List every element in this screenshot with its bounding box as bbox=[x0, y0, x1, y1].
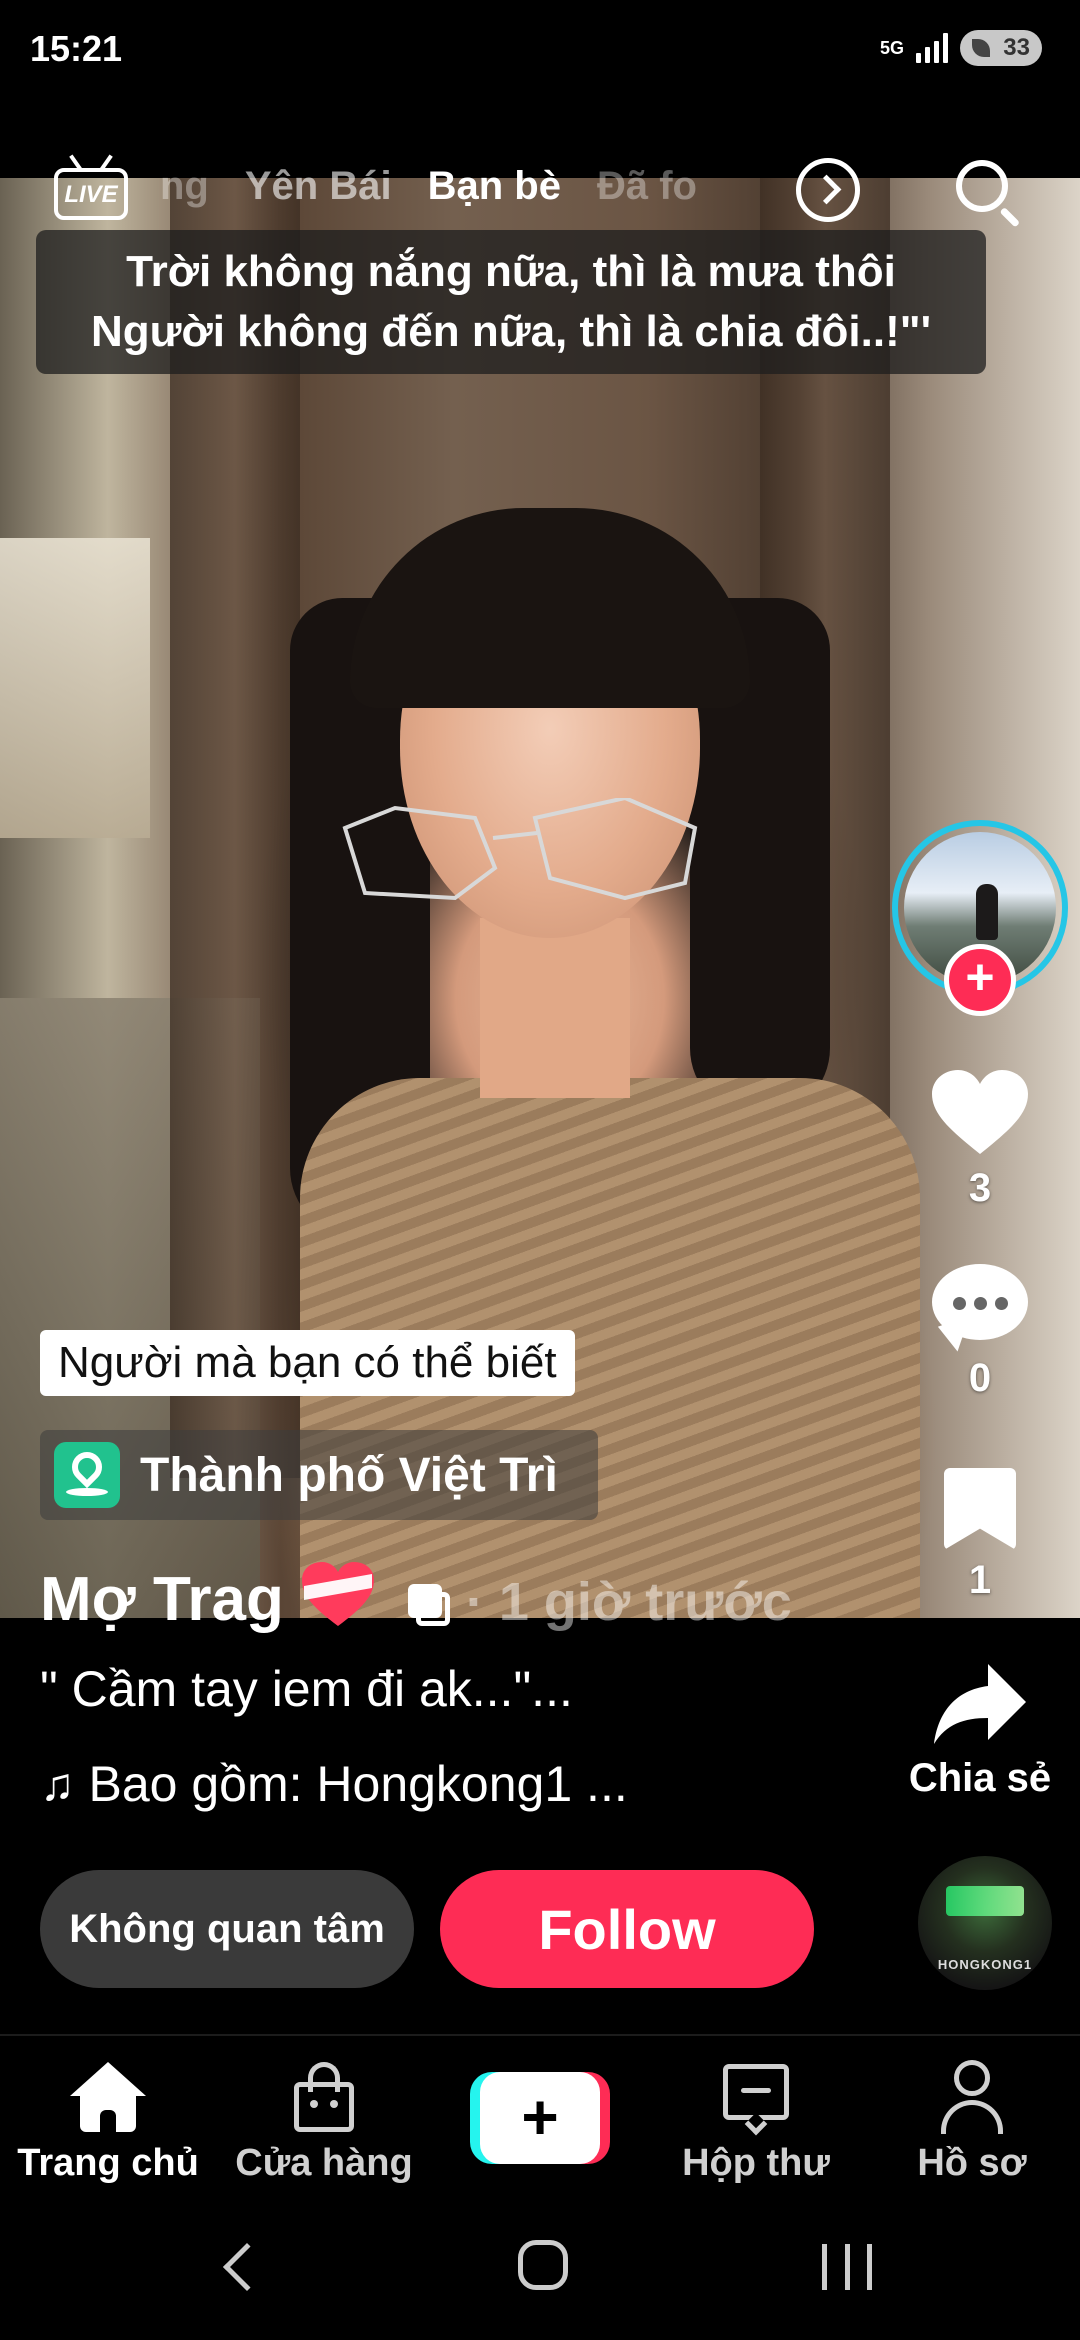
home-icon bbox=[70, 2056, 146, 2136]
network-5g-icon: 5G bbox=[879, 38, 904, 58]
back-icon[interactable] bbox=[222, 2242, 272, 2292]
nav-home-label: Trang chủ bbox=[17, 2142, 199, 2184]
tab-following[interactable]: Đã fo bbox=[597, 164, 697, 209]
nav-inbox-label: Hộp thư bbox=[682, 2142, 830, 2184]
share-icon bbox=[934, 1664, 1026, 1744]
nav-profile-label: Hồ sơ bbox=[917, 2142, 1027, 2184]
plus-icon[interactable]: + bbox=[944, 944, 1016, 1016]
bookmark-count: 1 bbox=[968, 1558, 992, 1602]
like-count: 3 bbox=[968, 1166, 992, 1210]
heart-emoji-icon bbox=[301, 1562, 374, 1626]
music-disc[interactable]: HONGKONG1 bbox=[918, 1856, 1052, 1990]
music-disc-label: HONGKONG1 bbox=[937, 1957, 1033, 1972]
bottom-navigation: Trang chủ Cửa hàng + Hộp thư Hồ sơ bbox=[0, 2034, 1080, 2204]
create-button[interactable]: + bbox=[470, 2072, 610, 2164]
nav-shop[interactable]: Cửa hàng bbox=[224, 2056, 424, 2185]
follow-button[interactable]: Follow bbox=[440, 1870, 814, 1988]
comment-count: 0 bbox=[968, 1356, 992, 1400]
music-note-icon: ♫ bbox=[40, 1758, 75, 1810]
not-interested-button[interactable]: Không quan tâm bbox=[40, 1870, 414, 1988]
battery-level: 33 bbox=[1003, 34, 1030, 61]
share-button[interactable]: Chia sẻ bbox=[880, 1660, 1080, 1801]
battery-icon: 33 bbox=[960, 30, 1042, 66]
plus-icon: + bbox=[480, 2072, 600, 2164]
author-row: Mợ Trag · 1 giờ trước bbox=[40, 1550, 792, 1635]
inbox-icon bbox=[721, 2056, 791, 2136]
bookmark-button[interactable]: 1 bbox=[920, 1468, 1040, 1603]
tab-friends[interactable]: Bạn bè bbox=[428, 164, 561, 209]
chevron-right-icon[interactable] bbox=[796, 158, 860, 222]
tab-partial-left[interactable]: ng bbox=[160, 164, 209, 209]
home-button-icon[interactable] bbox=[518, 2240, 568, 2290]
video-subject-glasses bbox=[342, 798, 698, 901]
feed-tabs: ng Yên Bái Bạn bè Đã fo bbox=[160, 164, 697, 209]
location-tag[interactable]: Thành phố Việt Trì bbox=[40, 1430, 598, 1520]
profile-icon bbox=[937, 2056, 1007, 2136]
location-icon bbox=[54, 1442, 120, 1508]
action-buttons: Không quan tâm Follow bbox=[40, 1870, 814, 1988]
status-icons: 5G 33 bbox=[880, 30, 1042, 66]
suggestion-label: Người mà bạn có thể biết bbox=[40, 1330, 575, 1396]
background-window bbox=[0, 538, 150, 838]
comment-icon bbox=[932, 1264, 1028, 1355]
multi-image-icon bbox=[407, 1584, 450, 1626]
nav-home[interactable]: Trang chủ bbox=[8, 2056, 208, 2185]
caption-line-2: Người không đến nữa, thì là chia đôi..!"… bbox=[90, 307, 932, 356]
post-description[interactable]: " Cầm tay iem đi ak..."... bbox=[40, 1660, 573, 1718]
nav-inbox[interactable]: Hộp thư bbox=[656, 2056, 856, 2185]
video-caption: Trời không nắng nữa, thì là mưa thôi Ngư… bbox=[36, 230, 986, 374]
live-label: LIVE bbox=[64, 181, 118, 208]
author-name[interactable]: Mợ Trag bbox=[40, 1564, 284, 1635]
share-label: Chia sẻ bbox=[908, 1756, 1052, 1800]
nav-shop-label: Cửa hàng bbox=[235, 2142, 413, 2184]
status-bar: 15:21 5G 33 bbox=[0, 0, 1080, 100]
comment-button[interactable]: 0 bbox=[920, 1264, 1040, 1401]
recent-apps-icon[interactable] bbox=[822, 2244, 872, 2290]
video-subject-bangs bbox=[350, 508, 750, 708]
video-subject-neck bbox=[480, 918, 630, 1098]
system-navigation bbox=[0, 2204, 1080, 2340]
post-time: · 1 giờ trước bbox=[465, 1572, 792, 1632]
nav-profile[interactable]: Hồ sơ bbox=[872, 2056, 1072, 2185]
heart-icon bbox=[932, 1070, 1028, 1154]
top-navigation: LIVE ng Yên Bái Bạn bè Đã fo bbox=[0, 150, 1080, 230]
caption-line-1: Trời không nắng nữa, thì là mưa thôi bbox=[126, 247, 896, 296]
tab-yen-bai[interactable]: Yên Bái bbox=[245, 164, 392, 209]
like-button[interactable]: 3 bbox=[920, 1068, 1040, 1211]
bookmark-icon bbox=[944, 1468, 1016, 1550]
live-icon[interactable]: LIVE bbox=[52, 154, 130, 224]
music-info[interactable]: ♫ Bao gồm: Hongkong1 ... bbox=[40, 1755, 628, 1813]
location-name: Thành phố Việt Trì bbox=[140, 1448, 558, 1502]
shop-icon bbox=[292, 2056, 356, 2136]
status-time: 15:21 bbox=[30, 28, 123, 69]
music-title: Bao gồm: Hongkong1 ... bbox=[88, 1756, 628, 1812]
signal-icon bbox=[916, 33, 948, 63]
search-icon[interactable] bbox=[952, 156, 1024, 228]
